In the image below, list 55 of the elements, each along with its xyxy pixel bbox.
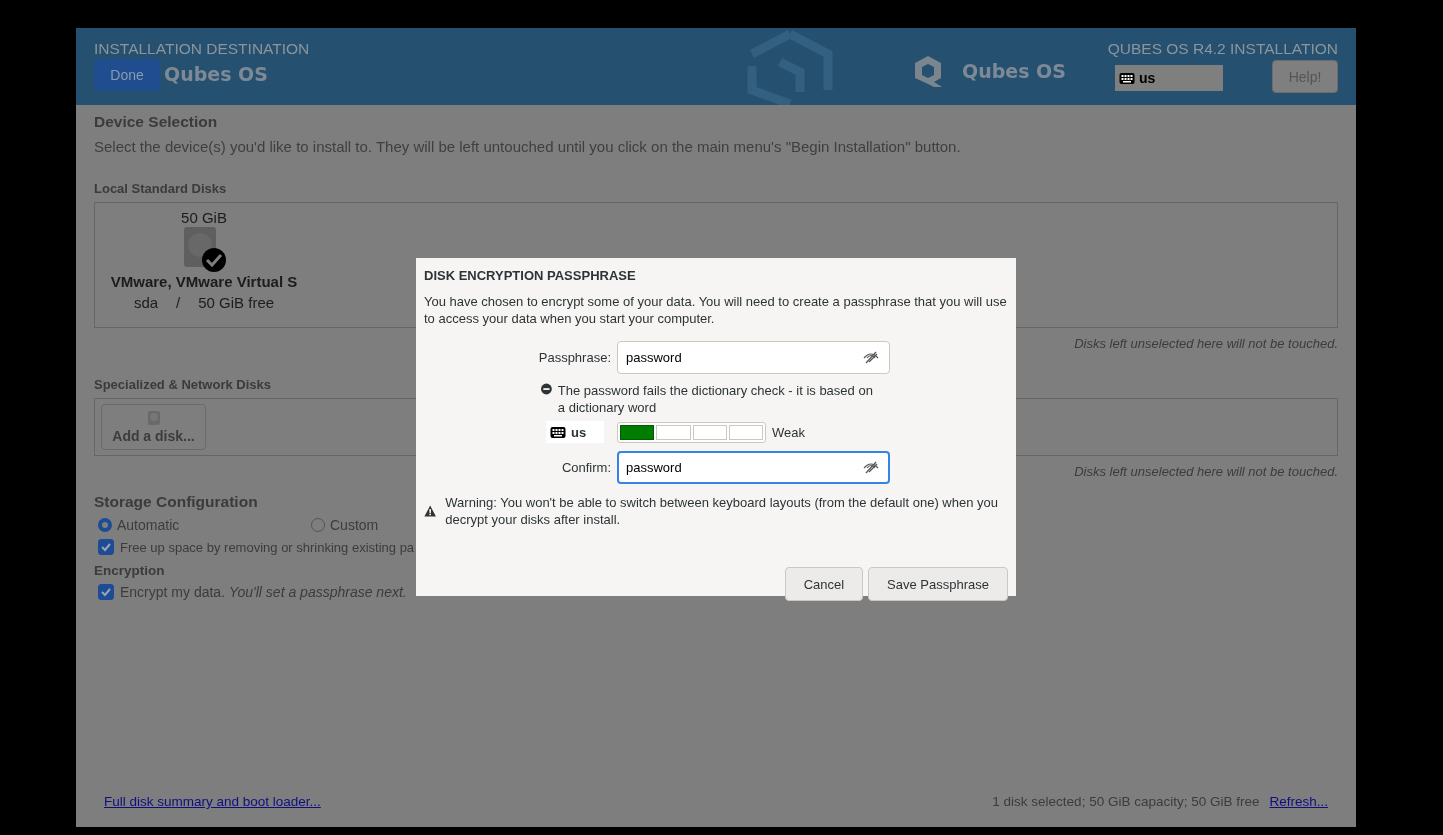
warning-message: Warning: You won't be able to switch between keyboard layouts (from the default one) when you decrypt your disks after install. xyxy=(445,494,999,528)
field-label: Passphrase: xyxy=(537,350,611,365)
hide-password-icon[interactable] xyxy=(862,459,880,475)
radio-label: Custom xyxy=(330,517,379,533)
strength-label: Weak xyxy=(772,424,805,440)
checkbox-label: Free up space by removing or shrinking existing pa xyxy=(120,539,415,555)
dialog-message: You have chosen to encrypt some of your data. You will need to create a passphrase that you will use to access your data when you start your computer. xyxy=(424,293,1008,327)
keyboard-layout-indicator[interactable]: us xyxy=(1115,65,1223,91)
separator-text: / xyxy=(176,294,181,311)
keyboard-icon xyxy=(1119,71,1135,85)
validation-message: The password fails the dictionary check - it is based on a dictionary word xyxy=(557,382,874,416)
add-disk-button[interactable]: Add a disk... xyxy=(101,404,206,450)
done-button[interactable]: Done xyxy=(94,59,160,91)
checkmark-icon xyxy=(100,586,112,598)
checkbox[interactable] xyxy=(98,539,114,555)
strength-segment xyxy=(656,424,691,440)
note-text: Disks left unselected here will not be touched. xyxy=(1074,336,1338,351)
brand-name: Qubes OS xyxy=(164,63,268,85)
refresh-link[interactable]: Refresh... xyxy=(1269,794,1328,809)
save-button[interactable]: Save Passphrase xyxy=(868,567,1008,601)
keyboard-icon xyxy=(550,425,566,439)
section-heading: Local Standard Disks xyxy=(94,181,227,196)
password-field[interactable]: password xyxy=(617,341,890,374)
section-heading: Storage Configuration xyxy=(94,493,258,511)
section-heading: Device Selection xyxy=(94,113,218,131)
checkbox-label: Encrypt my data. You'll set a passphrase next. xyxy=(120,584,407,600)
description-text: Select the device(s) you'd like to install to. They will be left untouched until you click on the main menu's "Begin Installation" button. xyxy=(94,138,961,155)
password-field[interactable]: password xyxy=(617,451,890,484)
minus-circle-icon xyxy=(541,382,552,396)
summary-link[interactable]: Full disk summary and boot loader... xyxy=(104,794,321,809)
checkmark-icon xyxy=(100,541,112,553)
hard-disk-icon xyxy=(182,226,226,272)
cancel-button[interactable]: Cancel xyxy=(784,567,864,601)
brand-name: Qubes OS xyxy=(962,59,1066,82)
radio-button[interactable] xyxy=(98,518,112,532)
disk-tile[interactable]: 50 GiB VMware, VMware Virtual S sda / 50 GiB free xyxy=(107,209,301,321)
radio-label: Automatic xyxy=(117,517,180,533)
checkbox[interactable] xyxy=(98,584,114,600)
section-heading: Specialized & Network Disks xyxy=(94,377,271,392)
product-title: QUBES OS R4.2 INSTALLATION xyxy=(1107,40,1338,58)
radio-button[interactable] xyxy=(311,518,325,532)
disk-free-space: 50 GiB free xyxy=(198,294,275,311)
field-label: Confirm: xyxy=(560,460,611,475)
hide-password-icon[interactable] xyxy=(862,349,880,365)
note-text: Disks left unselected here will not be touched. xyxy=(1074,464,1338,479)
strength-segment xyxy=(692,424,727,440)
disk-device: sda xyxy=(133,294,159,311)
section-heading: Encryption xyxy=(94,563,165,578)
page-title: INSTALLATION DESTINATION xyxy=(94,40,311,57)
dialog-title: DISK ENCRYPTION PASSPHRASE xyxy=(424,268,637,283)
warning-icon xyxy=(424,503,437,519)
strength-segment xyxy=(728,424,763,440)
logo-icon xyxy=(912,53,944,88)
status-text: 1 disk selected; 50 GiB capacity; 50 GiB free xyxy=(992,794,1260,809)
keyboard-layout-indicator[interactable]: us xyxy=(546,421,604,443)
